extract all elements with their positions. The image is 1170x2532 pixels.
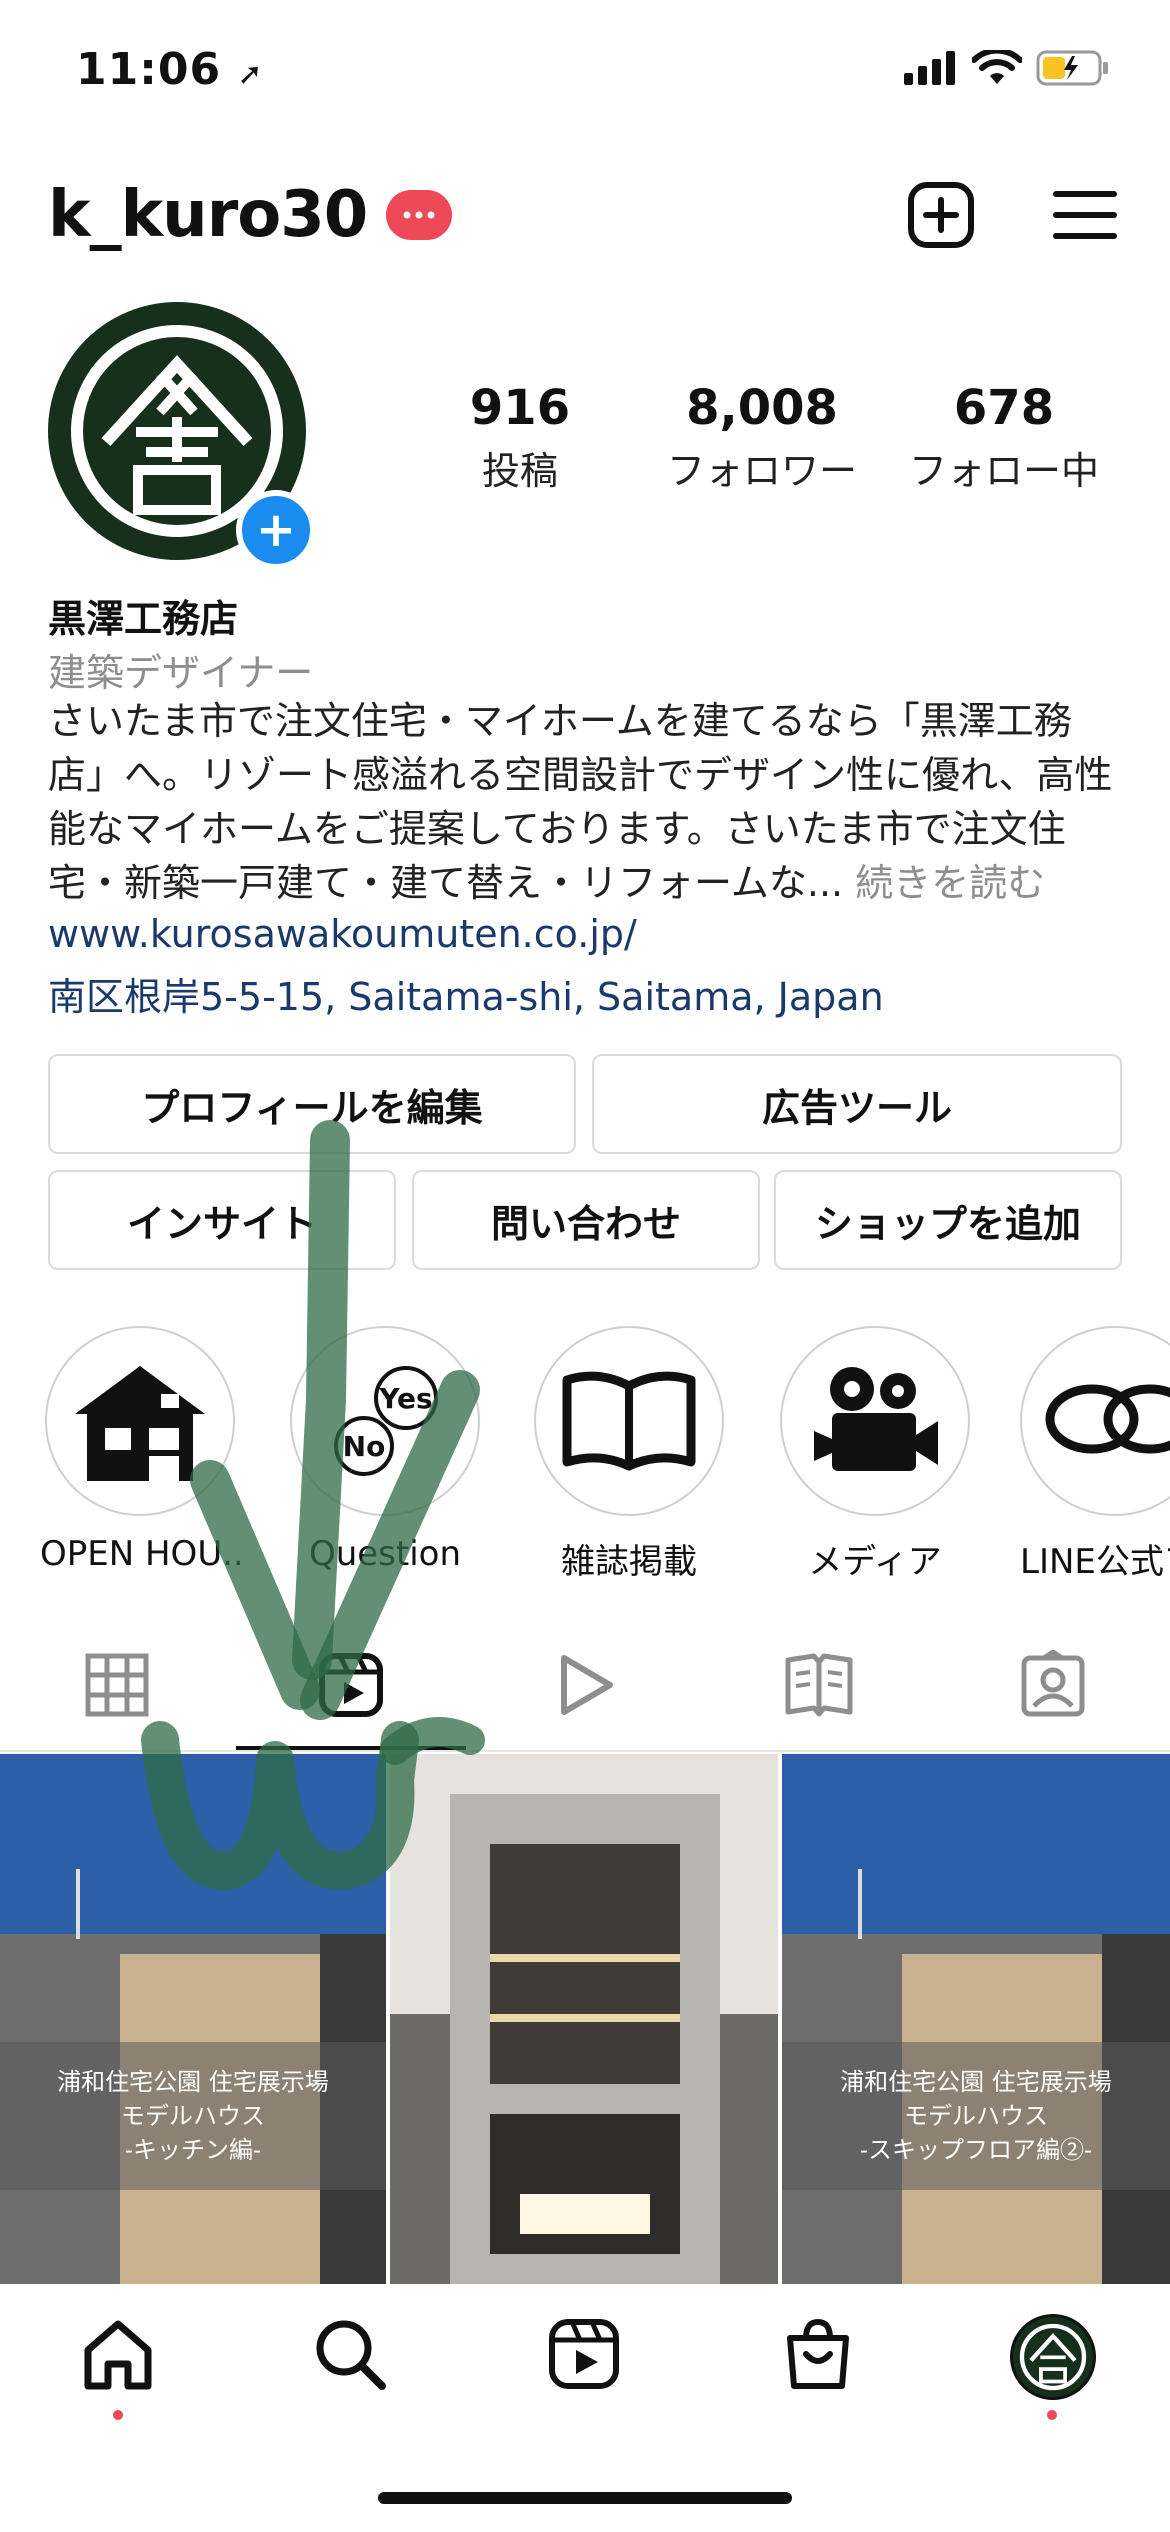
notification-dot bbox=[113, 2410, 123, 2420]
caption-line: -スキップフロア編②- bbox=[859, 2136, 1093, 2164]
stat-followers[interactable]: 8,008 フォロワー bbox=[650, 380, 874, 495]
profile-bio: さいたま市で注文住宅・マイホームを建てるなら「黒澤工務店」へ。リゾート感溢れる空… bbox=[48, 694, 1128, 910]
profile-category: 建築デザイナー bbox=[48, 651, 314, 695]
highlight-label: LINE公式ア bbox=[1020, 1542, 1170, 1582]
edit-profile-button[interactable]: プロフィールを編集 bbox=[48, 1054, 576, 1154]
reels-tab-icon[interactable] bbox=[316, 1650, 386, 1720]
tagged-tab-icon[interactable] bbox=[1018, 1650, 1088, 1720]
contact-button[interactable]: 問い合わせ bbox=[412, 1170, 760, 1270]
interior-shelf-image bbox=[390, 1754, 778, 2284]
reel-caption: 浦和住宅公園 住宅展示場 モデルハウス -キッチン編- bbox=[0, 2042, 386, 2190]
reel-thumbnail[interactable] bbox=[390, 1754, 778, 2284]
stat-following-label: フォロー中 bbox=[908, 449, 1099, 493]
plus-square-icon[interactable] bbox=[906, 180, 976, 250]
highlight-label: 雑誌掲載 bbox=[561, 1542, 697, 1582]
svg-text:No: No bbox=[343, 1430, 386, 1463]
hamburger-menu-icon[interactable] bbox=[1050, 180, 1120, 250]
home-indicator[interactable] bbox=[378, 2492, 792, 2504]
caption-line: モデルハウス bbox=[904, 2102, 1048, 2130]
battery-icon bbox=[1036, 50, 1108, 86]
caption-line: 浦和住宅公園 住宅展示場 bbox=[57, 2068, 329, 2096]
highlight-label: Question bbox=[308, 1534, 462, 1574]
status-icons bbox=[904, 50, 1110, 86]
profile-website-link[interactable]: www.kurosawakoumuten.co.jp/ bbox=[48, 912, 637, 956]
reel-thumbnail[interactable]: 浦和住宅公園 住宅展示場 モデルハウス -スキップフロア編②- bbox=[782, 1754, 1170, 2284]
caption-line: モデルハウス bbox=[121, 2102, 265, 2130]
wifi-icon bbox=[972, 50, 1022, 84]
shopping-bag-icon[interactable] bbox=[780, 2316, 856, 2392]
highlight-magazine[interactable]: 雑誌掲載 bbox=[534, 1326, 724, 1583]
stat-posts-label: 投稿 bbox=[481, 449, 558, 493]
highlight-label: メディア bbox=[808, 1542, 942, 1582]
profile-display-name: 黒澤工務店 bbox=[48, 597, 239, 641]
location-arrow-icon: ➚ bbox=[237, 57, 264, 92]
add-shop-button[interactable]: ショップを追加 bbox=[774, 1170, 1122, 1270]
ad-tools-button[interactable]: 広告ツール bbox=[592, 1054, 1122, 1154]
status-time: 11:06 ➚ bbox=[76, 44, 264, 95]
house-exterior-image bbox=[782, 1754, 1170, 2284]
read-more-link[interactable]: 続きを読む bbox=[843, 861, 1045, 905]
house-exterior-image bbox=[0, 1754, 386, 2284]
svg-text:Yes: Yes bbox=[378, 1382, 432, 1415]
profile-username[interactable]: k_kuro30 bbox=[48, 178, 368, 252]
home-icon[interactable] bbox=[80, 2316, 156, 2392]
stat-following-value: 678 bbox=[953, 380, 1055, 436]
house-icon bbox=[75, 1366, 205, 1481]
reels-icon[interactable] bbox=[546, 2316, 622, 2392]
highlight-label: OPEN HOU... bbox=[40, 1534, 240, 1574]
profile-nav-avatar[interactable] bbox=[1010, 2314, 1096, 2400]
insights-button[interactable]: インサイト bbox=[48, 1170, 396, 1270]
highlight-question[interactable]: Yes No Question bbox=[290, 1326, 480, 1574]
guides-tab-icon[interactable] bbox=[784, 1650, 854, 1720]
video-tab-icon[interactable] bbox=[550, 1650, 620, 1720]
stat-followers-value: 8,008 bbox=[686, 380, 838, 436]
yes-no-bubbles-icon: Yes No bbox=[334, 1366, 438, 1476]
stat-posts[interactable]: 916 投稿 bbox=[440, 380, 600, 495]
highlight-media[interactable]: メディア bbox=[780, 1326, 970, 1583]
more-dots-icon bbox=[403, 211, 435, 219]
signal-icon bbox=[904, 51, 955, 85]
reel-thumbnail[interactable]: 浦和住宅公園 住宅展示場 モデルハウス -キッチン編- bbox=[0, 1754, 386, 2284]
reel-caption: 浦和住宅公園 住宅展示場 モデルハウス -スキップフロア編②- bbox=[782, 2042, 1170, 2190]
chat-bubbles-icon bbox=[1045, 1384, 1170, 1454]
caption-line: 浦和住宅公園 住宅展示場 bbox=[840, 2068, 1112, 2096]
stat-followers-label: フォロワー bbox=[666, 449, 857, 493]
caption-line: -キッチン編- bbox=[124, 2136, 262, 2164]
grid-tab-icon[interactable] bbox=[82, 1650, 152, 1720]
highlight-open-house[interactable]: OPEN HOU... bbox=[40, 1326, 240, 1574]
company-logo-icon bbox=[1019, 2323, 1087, 2391]
notification-badge[interactable] bbox=[386, 190, 452, 240]
notification-dot bbox=[1047, 2410, 1057, 2420]
tab-divider bbox=[0, 1750, 1170, 1752]
add-story-button[interactable]: + bbox=[236, 490, 316, 570]
stat-posts-value: 916 bbox=[469, 380, 571, 436]
highlight-line[interactable]: LINE公式ア bbox=[1020, 1326, 1170, 1583]
profile-location-link[interactable]: 南区根岸5-5-15, Saitama-shi, Saitama, Japan bbox=[48, 966, 884, 1021]
open-book-icon bbox=[562, 1371, 696, 1471]
stat-following[interactable]: 678 フォロー中 bbox=[894, 380, 1114, 495]
search-icon[interactable] bbox=[312, 2316, 388, 2392]
movie-camera-icon bbox=[814, 1367, 938, 1471]
